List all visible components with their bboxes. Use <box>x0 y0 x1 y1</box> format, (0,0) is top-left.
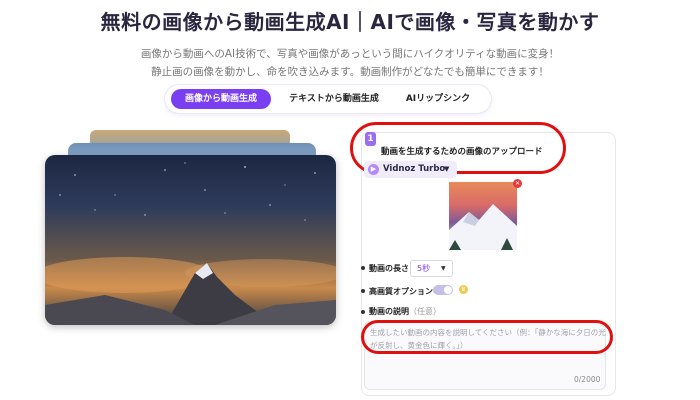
page-subtitle-line1: 画像から動画へのAI技術で、写真や画像があっという間にハイクオリティな動画に変身… <box>140 48 560 60</box>
character-counter: 0/2000 <box>574 375 601 384</box>
crown-icon: ♛ <box>459 285 468 294</box>
description-label-text: 動画の説明 <box>369 307 409 316</box>
page-subtitle-line2: 静止画の画像を動かし、命を吹き込みます。動画制作がどなたでも簡単にできます！ <box>151 66 549 78</box>
tab-image-to-video[interactable]: 画像から動画生成 <box>171 89 271 109</box>
chevron-down-icon: ▼ <box>441 265 446 272</box>
description-label: 動画の説明（任意） <box>369 306 441 317</box>
duration-value: 5秒 <box>417 264 431 273</box>
duration-select[interactable]: 5秒 ▼ <box>410 260 453 277</box>
uploaded-image-thumbnail[interactable] <box>449 182 517 250</box>
duration-label: 動画の長さ <box>369 264 409 273</box>
chevron-down-icon: ▼ <box>444 165 450 173</box>
tab-text-to-video[interactable]: テキストから動画生成 <box>281 89 387 109</box>
page-title: 無料の画像から動画生成AI｜AIで画像・写真を動かす <box>100 10 600 34</box>
description-optional: （任意） <box>409 307 441 316</box>
mode-tabs: 画像から動画生成 テキストから動画生成 AIリップシンク <box>165 85 491 113</box>
quality-option-label: 高画質オプション <box>369 287 433 296</box>
bullet-icon <box>361 310 365 314</box>
quality-toggle[interactable] <box>433 285 453 295</box>
toggle-knob <box>444 286 452 294</box>
highlight-annotation-description <box>361 320 613 354</box>
remove-image-icon[interactable]: ✕ <box>513 179 522 188</box>
model-select[interactable]: ▶ Vidnoz Turbo ▼ <box>364 161 457 178</box>
bullet-icon <box>361 266 365 270</box>
bullet-icon <box>361 289 365 293</box>
sample-image-mountain-night <box>45 155 336 325</box>
model-icon: ▶ <box>368 164 379 175</box>
tab-ai-lipsync[interactable]: AIリップシンク <box>393 89 483 109</box>
model-select-value: Vidnoz Turbo <box>383 164 446 174</box>
